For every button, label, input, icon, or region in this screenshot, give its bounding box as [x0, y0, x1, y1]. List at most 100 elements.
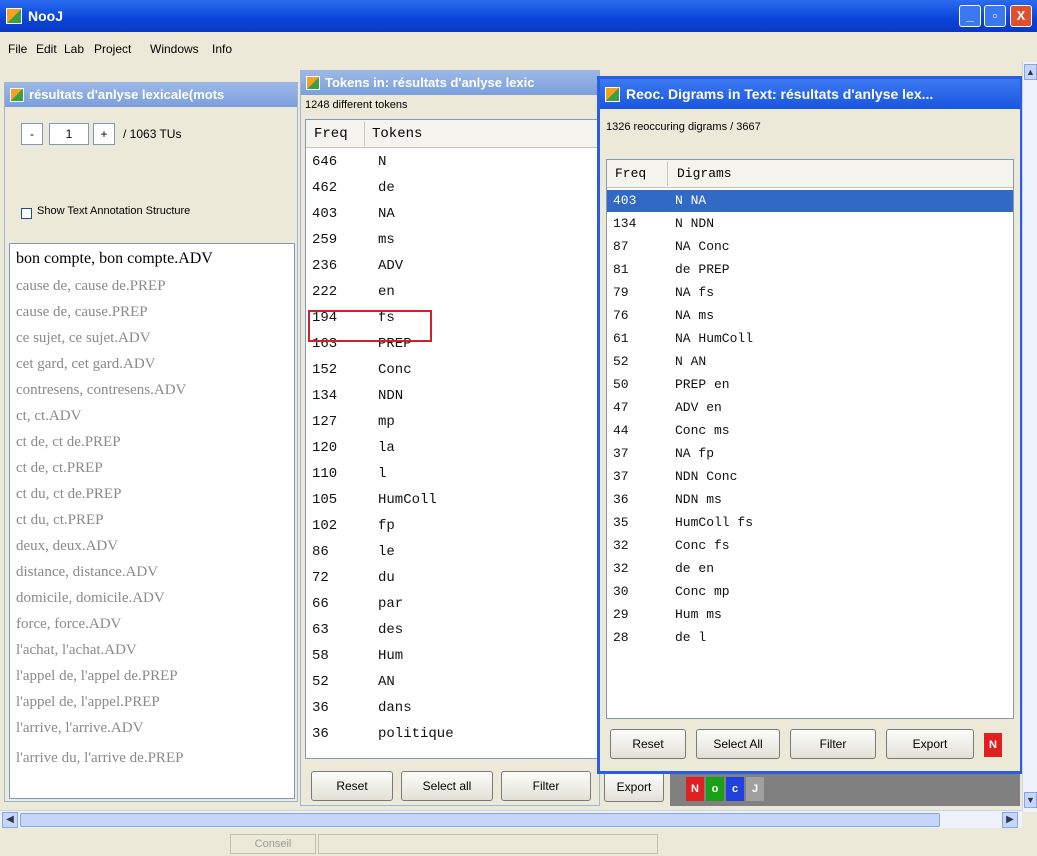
digrams-filter-button[interactable]: Filter — [790, 729, 876, 759]
menu-windows[interactable]: Windows — [150, 42, 199, 56]
list-item[interactable]: ct, ct.ADV — [16, 408, 81, 425]
table-row[interactable]: 403 N NA — [607, 190, 1013, 212]
digram-freq: 37 — [613, 446, 629, 461]
digram-label: Conc fs — [675, 538, 730, 553]
list-item[interactable]: cet gard, cet gard.ADV — [16, 356, 156, 373]
digram-freq-column-header[interactable]: Freq — [615, 166, 646, 181]
pager-next-button[interactable]: + — [93, 123, 115, 145]
list-item[interactable]: ce sujet, ce sujet.ADV — [16, 330, 151, 347]
menu-file[interactable]: File — [8, 42, 27, 56]
menu-info[interactable]: Info — [212, 42, 232, 56]
table-row[interactable]: 28 de l — [607, 627, 1013, 649]
token-freq: 63 — [312, 622, 329, 638]
digrams-export-button[interactable]: Export — [886, 729, 974, 759]
table-row[interactable]: 37 NA fp — [607, 443, 1013, 465]
table-row[interactable]: 134 N NDN — [607, 213, 1013, 235]
minimize-button[interactable]: _ — [959, 5, 981, 27]
table-row[interactable]: 30 Conc mp — [607, 581, 1013, 603]
list-item[interactable]: contresens, contresens.ADV — [16, 382, 186, 399]
digram-label: HumColl fs — [675, 515, 754, 530]
menu-project[interactable]: Project — [94, 42, 131, 56]
menu-lab[interactable]: Lab — [64, 42, 84, 56]
table-row[interactable]: 44 Conc ms — [607, 420, 1013, 442]
horizontal-scroll-thumb[interactable] — [20, 813, 940, 827]
scroll-up-icon[interactable]: ▲ — [1024, 64, 1037, 80]
tokens-table[interactable]: Freq Tokens 646 N 462 de 403 NA 259 ms 236 ADV 222… — [305, 119, 599, 759]
table-row[interactable]: 50 PREP en — [607, 374, 1013, 396]
table-row[interactable]: 79 NA fs — [607, 282, 1013, 304]
list-item[interactable]: l'arrive, l'arrive.ADV — [16, 720, 143, 737]
table-row[interactable]: 61 NA HumColl — [607, 328, 1013, 350]
reset-button[interactable]: Reset — [311, 771, 393, 801]
table-row[interactable]: 87 NA Conc — [607, 236, 1013, 258]
color-box-c[interactable]: c — [726, 777, 744, 801]
table-row[interactable]: 37 NDN Conc — [607, 466, 1013, 488]
table-row[interactable]: 52 N AN — [607, 351, 1013, 373]
list-item[interactable]: l'appel de, l'appel de.PREP — [16, 668, 178, 685]
token-freq: 403 — [312, 206, 338, 222]
export-button[interactable]: Export — [604, 772, 664, 802]
list-item[interactable]: cause de, cause de.PREP — [16, 278, 166, 295]
digrams-table[interactable]: Freq Digrams 403 N NA 134 N NDN 87 NA Conc 81 d… — [606, 159, 1014, 719]
list-item[interactable]: l'achat, l'achat.ADV — [16, 642, 137, 659]
menu-edit[interactable]: Edit — [36, 42, 57, 56]
table-row[interactable]: 36 NDN ms — [607, 489, 1013, 511]
digram-freq: 28 — [613, 630, 629, 645]
list-item[interactable]: cause de, cause.PREP — [16, 304, 148, 321]
select-all-button[interactable]: Select all — [401, 771, 493, 801]
tokens-count: 1248 different tokens — [305, 99, 408, 111]
horizontal-scrollbar[interactable]: ◀ ▶ — [0, 810, 1022, 828]
menu-bar: File Edit Lab Project Windows Info — [0, 38, 1037, 60]
window-title: NooJ — [28, 8, 63, 24]
color-box-o[interactable]: o — [706, 777, 724, 801]
list-item[interactable]: ct du, ct.PREP — [16, 512, 104, 529]
pager-prev-button[interactable]: - — [21, 123, 43, 145]
list-item[interactable]: domicile, domicile.ADV — [16, 590, 165, 607]
scroll-right-icon[interactable]: ▶ — [1002, 812, 1018, 828]
list-item[interactable]: ct du, ct de.PREP — [16, 486, 121, 503]
digram-label: Conc ms — [675, 423, 730, 438]
table-row[interactable]: 29 Hum ms — [607, 604, 1013, 626]
freq-column-header[interactable]: Freq — [314, 126, 348, 142]
table-row[interactable]: 35 HumColl fs — [607, 512, 1013, 534]
vertical-scrollbar[interactable]: ▲ ▼ — [1022, 62, 1037, 812]
lexical-list[interactable]: bon compte, bon compte.ADV cause de, cau… — [9, 243, 295, 799]
digram-freq: 36 — [613, 492, 629, 507]
list-item[interactable]: distance, distance.ADV — [16, 564, 158, 581]
table-row[interactable]: 76 NA ms — [607, 305, 1013, 327]
token-freq: 127 — [312, 414, 338, 430]
table-row[interactable]: 81 de PREP — [607, 259, 1013, 281]
table-row[interactable]: 32 Conc fs — [607, 535, 1013, 557]
color-box-j[interactable]: J — [746, 777, 764, 801]
list-item[interactable]: l'appel de, l'appel.PREP — [16, 694, 160, 711]
list-item[interactable]: bon compte, bon compte.ADV — [16, 250, 213, 268]
digrams-reset-button[interactable]: Reset — [610, 729, 686, 759]
scroll-down-icon[interactable]: ▼ — [1024, 792, 1037, 808]
scroll-left-icon[interactable]: ◀ — [2, 812, 18, 828]
color-box-n[interactable]: N — [686, 777, 704, 801]
list-item[interactable]: l'arrive du, l'arrive de.PREP — [16, 750, 183, 767]
digrams-color-box[interactable]: N — [984, 733, 1002, 757]
digrams-title-bar[interactable]: Reoc. Digrams in Text: résultats d'anlys… — [600, 79, 1020, 109]
table-row[interactable]: 47 ADV en — [607, 397, 1013, 419]
digrams-column-header[interactable]: Digrams — [677, 166, 732, 181]
token-freq: 222 — [312, 284, 338, 300]
digram-freq: 76 — [613, 308, 629, 323]
tokens-column-header[interactable]: Tokens — [372, 126, 422, 142]
filter-button[interactable]: Filter — [501, 771, 591, 801]
maximize-button[interactable]: ▫ — [984, 5, 1006, 27]
close-button[interactable]: X — [1010, 5, 1032, 27]
list-item[interactable]: ct de, ct.PREP — [16, 460, 103, 477]
list-item[interactable]: deux, deux.ADV — [16, 538, 118, 555]
digram-label: N NDN — [675, 216, 715, 231]
tokens-table-header: Freq Tokens — [306, 120, 598, 148]
table-row[interactable]: 32 de en — [607, 558, 1013, 580]
annotation-structure-checkbox[interactable] — [21, 208, 32, 219]
token-freq: 36 — [312, 726, 329, 742]
list-item[interactable]: ct de, ct de.PREP — [16, 434, 121, 451]
digrams-select-all-button[interactable]: Select All — [696, 729, 780, 759]
pager-input[interactable]: 1 — [49, 123, 89, 145]
list-item[interactable]: force, force.ADV — [16, 616, 121, 633]
digram-label: PREP en — [675, 377, 730, 392]
token-freq: 120 — [312, 440, 338, 456]
